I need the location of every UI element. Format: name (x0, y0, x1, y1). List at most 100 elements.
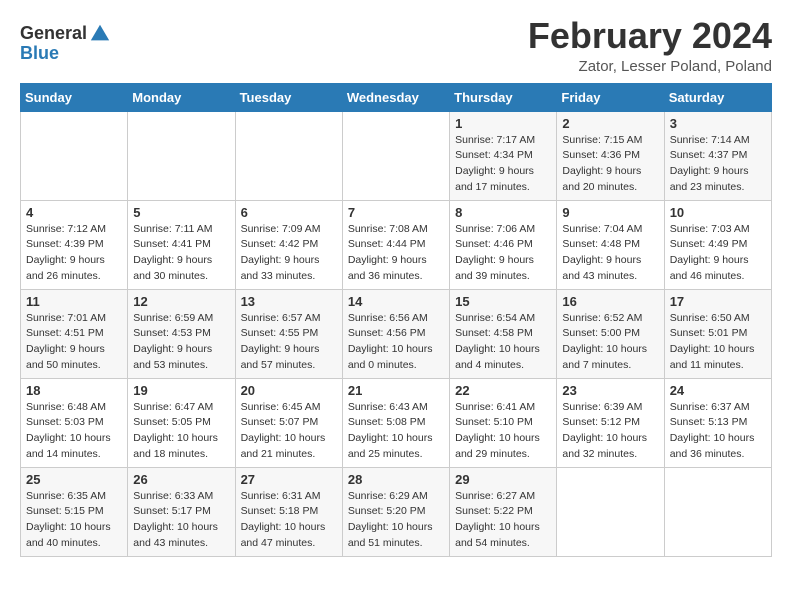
day-detail: Sunrise: 7:06 AM Sunset: 4:46 PM Dayligh… (455, 222, 551, 285)
calendar-cell: 13 Sunrise: 6:57 AM Sunset: 4:55 PM Dayli… (235, 289, 342, 378)
calendar-body: 1 Sunrise: 7:17 AM Sunset: 4:34 PM Daylig… (21, 111, 772, 556)
month-title: February 2024 (528, 16, 772, 56)
day-number: 7 (348, 205, 444, 220)
day-detail: Sunrise: 7:12 AM Sunset: 4:39 PM Dayligh… (26, 222, 122, 285)
day-number: 5 (133, 205, 229, 220)
day-number: 1 (455, 116, 551, 131)
day-detail: Sunrise: 7:17 AM Sunset: 4:34 PM Dayligh… (455, 133, 551, 196)
day-detail: Sunrise: 6:54 AM Sunset: 4:58 PM Dayligh… (455, 311, 551, 374)
day-detail: Sunrise: 6:45 AM Sunset: 5:07 PM Dayligh… (241, 400, 337, 463)
day-detail: Sunrise: 6:43 AM Sunset: 5:08 PM Dayligh… (348, 400, 444, 463)
day-detail: Sunrise: 7:04 AM Sunset: 4:48 PM Dayligh… (562, 222, 658, 285)
calendar-week-row: 18Sunrise: 6:48 AM Sunset: 5:03 PM Dayli… (21, 378, 772, 467)
day-detail: Sunrise: 6:57 AM Sunset: 4:55 PM Dayligh… (241, 311, 337, 374)
header: General Blue February 2024 Zator, Lesser… (20, 16, 772, 75)
calendar-table: SundayMondayTuesdayWednesdayThursdayFrid… (20, 83, 772, 557)
calendar-cell: 9 Sunrise: 7:04 AM Sunset: 4:48 PM Daylig… (557, 200, 664, 289)
day-detail: Sunrise: 6:52 AM Sunset: 5:00 PM Dayligh… (562, 311, 658, 374)
title-area: February 2024 Zator, Lesser Poland, Pola… (528, 16, 772, 75)
calendar-cell: 25 Sunrise: 6:35 AM Sunset: 5:15 PM Dayli… (21, 467, 128, 556)
calendar-cell: 14Sunrise: 6:56 AM Sunset: 4:56 PM Dayli… (342, 289, 449, 378)
day-detail: Sunrise: 7:08 AM Sunset: 4:44 PM Dayligh… (348, 222, 444, 285)
day-header-thursday: Thursday (450, 83, 557, 111)
calendar-cell: 26Sunrise: 6:33 AM Sunset: 5:17 PM Dayli… (128, 467, 235, 556)
day-number: 10 (670, 205, 766, 220)
day-number: 2 (562, 116, 658, 131)
day-number: 24 (670, 383, 766, 398)
day-number: 12 (133, 294, 229, 309)
day-number: 22 (455, 383, 551, 398)
calendar-cell: 19 Sunrise: 6:47 AM Sunset: 5:05 PM Dayli… (128, 378, 235, 467)
day-number: 17 (670, 294, 766, 309)
day-number: 23 (562, 383, 658, 398)
day-detail: Sunrise: 6:29 AM Sunset: 5:20 PM Dayligh… (348, 489, 444, 552)
day-detail: Sunrise: 6:47 AM Sunset: 5:05 PM Dayligh… (133, 400, 229, 463)
calendar-week-row: 11 Sunrise: 7:01 AM Sunset: 4:51 PM Dayli… (21, 289, 772, 378)
calendar-cell (235, 111, 342, 200)
day-number: 15 (455, 294, 551, 309)
day-header-monday: Monday (128, 83, 235, 111)
day-number: 9 (562, 205, 658, 220)
calendar-cell: 6 Sunrise: 7:09 AM Sunset: 4:42 PM Daylig… (235, 200, 342, 289)
calendar-cell: 8 Sunrise: 7:06 AM Sunset: 4:46 PM Daylig… (450, 200, 557, 289)
day-number: 13 (241, 294, 337, 309)
day-detail: Sunrise: 7:11 AM Sunset: 4:41 PM Dayligh… (133, 222, 229, 285)
calendar-cell: 5 Sunrise: 7:11 AM Sunset: 4:41 PM Daylig… (128, 200, 235, 289)
day-number: 6 (241, 205, 337, 220)
day-number: 11 (26, 294, 122, 309)
day-detail: Sunrise: 7:14 AM Sunset: 4:37 PM Dayligh… (670, 133, 766, 196)
calendar-cell: 18Sunrise: 6:48 AM Sunset: 5:03 PM Dayli… (21, 378, 128, 467)
day-detail: Sunrise: 7:15 AM Sunset: 4:36 PM Dayligh… (562, 133, 658, 196)
day-number: 19 (133, 383, 229, 398)
calendar-cell: 17 Sunrise: 6:50 AM Sunset: 5:01 PM Dayli… (664, 289, 771, 378)
calendar-cell: 27 Sunrise: 6:31 AM Sunset: 5:18 PM Dayli… (235, 467, 342, 556)
day-detail: Sunrise: 7:03 AM Sunset: 4:49 PM Dayligh… (670, 222, 766, 285)
calendar-cell (128, 111, 235, 200)
calendar-cell: 24 Sunrise: 6:37 AM Sunset: 5:13 PM Dayli… (664, 378, 771, 467)
calendar-week-row: 1 Sunrise: 7:17 AM Sunset: 4:34 PM Daylig… (21, 111, 772, 200)
calendar-cell: 16Sunrise: 6:52 AM Sunset: 5:00 PM Dayli… (557, 289, 664, 378)
day-detail: Sunrise: 6:48 AM Sunset: 5:03 PM Dayligh… (26, 400, 122, 463)
day-detail: Sunrise: 6:39 AM Sunset: 5:12 PM Dayligh… (562, 400, 658, 463)
calendar-cell: 23 Sunrise: 6:39 AM Sunset: 5:12 PM Dayli… (557, 378, 664, 467)
day-number: 26 (133, 472, 229, 487)
day-number: 27 (241, 472, 337, 487)
day-detail: Sunrise: 7:09 AM Sunset: 4:42 PM Dayligh… (241, 222, 337, 285)
calendar-cell (342, 111, 449, 200)
day-header-friday: Friday (557, 83, 664, 111)
calendar-cell: 10 Sunrise: 7:03 AM Sunset: 4:49 PM Dayli… (664, 200, 771, 289)
day-header-tuesday: Tuesday (235, 83, 342, 111)
calendar-cell: 29Sunrise: 6:27 AM Sunset: 5:22 PM Dayli… (450, 467, 557, 556)
day-detail: Sunrise: 6:50 AM Sunset: 5:01 PM Dayligh… (670, 311, 766, 374)
calendar-cell: 3Sunrise: 7:14 AM Sunset: 4:37 PM Daylig… (664, 111, 771, 200)
calendar-cell: 7 Sunrise: 7:08 AM Sunset: 4:44 PM Daylig… (342, 200, 449, 289)
calendar-cell: 4Sunrise: 7:12 AM Sunset: 4:39 PM Daylig… (21, 200, 128, 289)
day-number: 8 (455, 205, 551, 220)
day-detail: Sunrise: 6:56 AM Sunset: 4:56 PM Dayligh… (348, 311, 444, 374)
calendar-cell (664, 467, 771, 556)
day-header-sunday: Sunday (21, 83, 128, 111)
calendar-cell: 2 Sunrise: 7:15 AM Sunset: 4:36 PM Daylig… (557, 111, 664, 200)
location: Zator, Lesser Poland, Poland (528, 58, 772, 75)
day-detail: Sunrise: 6:41 AM Sunset: 5:10 PM Dayligh… (455, 400, 551, 463)
calendar-cell: 28 Sunrise: 6:29 AM Sunset: 5:20 PM Dayli… (342, 467, 449, 556)
day-detail: Sunrise: 6:27 AM Sunset: 5:22 PM Dayligh… (455, 489, 551, 552)
logo-icon (89, 22, 111, 44)
day-header-wednesday: Wednesday (342, 83, 449, 111)
day-number: 28 (348, 472, 444, 487)
day-number: 25 (26, 472, 122, 487)
calendar-cell: 22 Sunrise: 6:41 AM Sunset: 5:10 PM Dayli… (450, 378, 557, 467)
day-detail: Sunrise: 7:01 AM Sunset: 4:51 PM Dayligh… (26, 311, 122, 374)
day-detail: Sunrise: 6:35 AM Sunset: 5:15 PM Dayligh… (26, 489, 122, 552)
day-number: 21 (348, 383, 444, 398)
day-detail: Sunrise: 6:31 AM Sunset: 5:18 PM Dayligh… (241, 489, 337, 552)
logo: General Blue (20, 22, 111, 62)
day-detail: Sunrise: 6:37 AM Sunset: 5:13 PM Dayligh… (670, 400, 766, 463)
day-number: 20 (241, 383, 337, 398)
calendar-header-row: SundayMondayTuesdayWednesdayThursdayFrid… (21, 83, 772, 111)
day-header-saturday: Saturday (664, 83, 771, 111)
day-detail: Sunrise: 6:59 AM Sunset: 4:53 PM Dayligh… (133, 311, 229, 374)
logo-blue: Blue (20, 44, 111, 62)
calendar-cell: 21 Sunrise: 6:43 AM Sunset: 5:08 PM Dayli… (342, 378, 449, 467)
calendar-cell: 11 Sunrise: 7:01 AM Sunset: 4:51 PM Dayli… (21, 289, 128, 378)
